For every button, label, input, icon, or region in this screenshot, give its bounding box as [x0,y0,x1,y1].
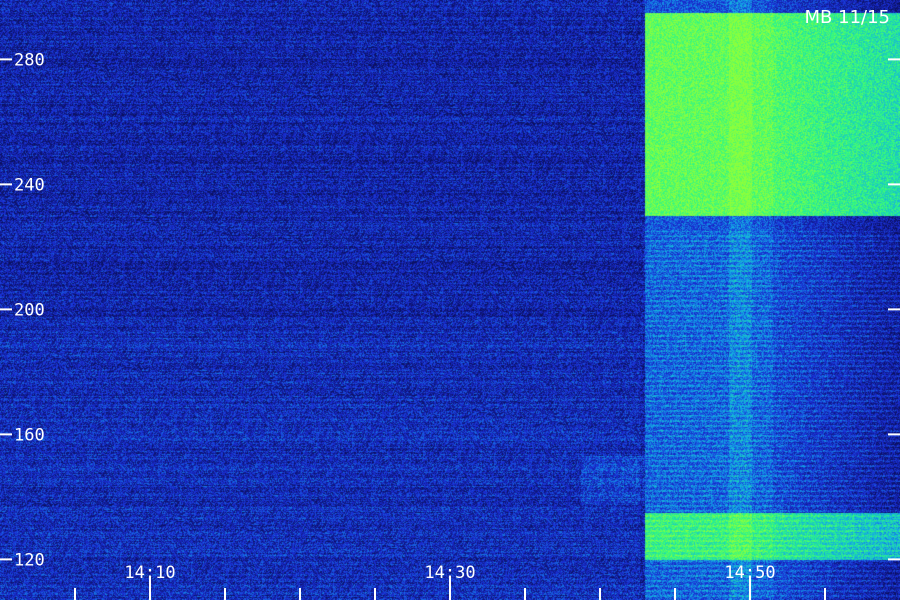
y-axis: 120 160 200 240 280 [0,50,900,570]
spectrogram-overlay: 120 160 200 240 280 14:10 14:30 14:50 MB 11/15 [0,7,900,600]
y-tick-label-200: 200 [14,300,45,320]
y-tick-label-160: 160 [14,425,45,445]
x-axis: 14:10 14:30 14:50 [74,563,826,600]
y-tick-label-240: 240 [14,175,45,195]
y-tick-label-280: 280 [14,50,45,70]
x-tick-label-1: 14:30 [424,563,475,583]
x-tick-label-0: 14:10 [124,563,175,583]
spectrogram-view: 120 160 200 240 280 14:10 14:30 14:50 MB 11/15 [0,0,900,600]
y-tick-label-120: 120 [14,550,45,570]
x-tick-label-2: 14:50 [724,563,775,583]
station-label: MB 11/15 [805,7,890,28]
